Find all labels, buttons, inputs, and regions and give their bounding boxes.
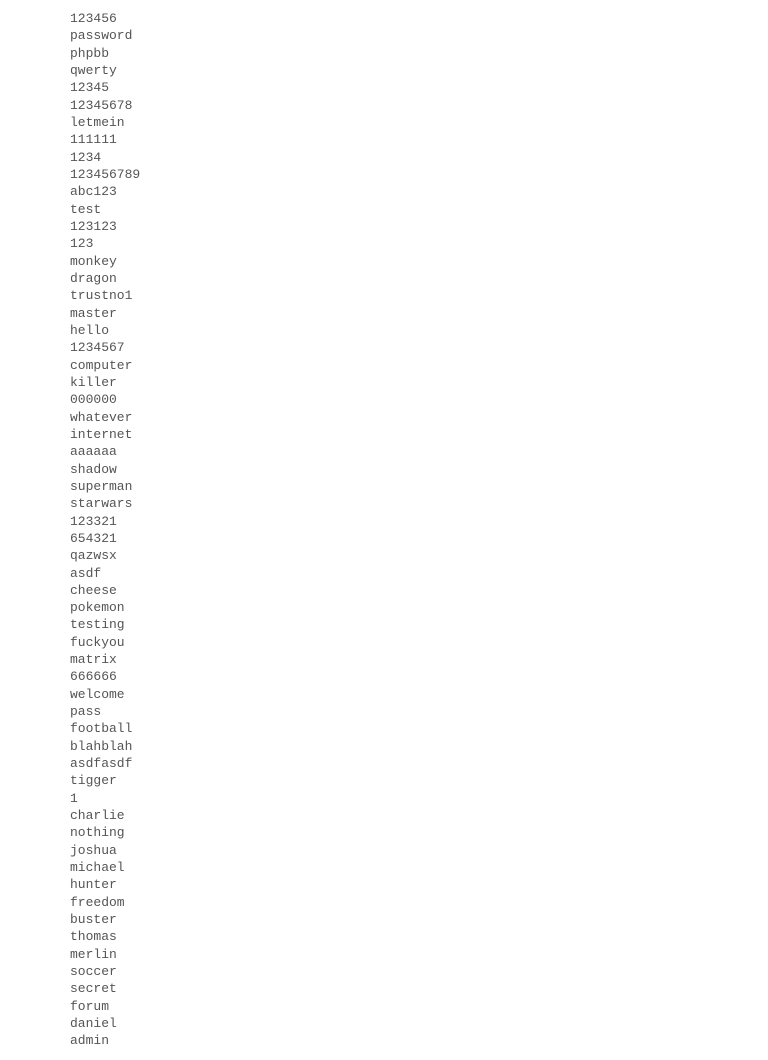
list-item: football [70,720,698,737]
list-item: secret [70,980,698,997]
list-item: letmein [70,114,698,131]
list-item: 1234 [70,149,698,166]
list-item: pass [70,703,698,720]
list-item: 123123 [70,218,698,235]
password-list: 123456passwordphpbbqwerty1234512345678le… [70,10,698,1050]
list-item: master [70,305,698,322]
list-item: 123321 [70,513,698,530]
list-item: trustno1 [70,287,698,304]
list-item: soccer [70,963,698,980]
list-item: whatever [70,409,698,426]
list-item: 123456789 [70,166,698,183]
list-item: merlin [70,946,698,963]
list-item: shadow [70,461,698,478]
list-item: aaaaaa [70,443,698,460]
list-item: starwars [70,495,698,512]
list-item: testing [70,616,698,633]
list-item: admin [70,1032,698,1049]
list-item: 12345 [70,79,698,96]
list-item: nothing [70,824,698,841]
list-item: forum [70,998,698,1015]
list-item: password [70,27,698,44]
list-item: 000000 [70,391,698,408]
list-item: welcome [70,686,698,703]
list-item: dragon [70,270,698,287]
list-item: 1234567 [70,339,698,356]
list-item: qwerty [70,62,698,79]
list-item: hello [70,322,698,339]
list-item: fuckyou [70,634,698,651]
list-item: internet [70,426,698,443]
list-item: hunter [70,876,698,893]
list-item: charlie [70,807,698,824]
list-item: abc123 [70,183,698,200]
list-item: joshua [70,842,698,859]
list-item: asdfasdf [70,755,698,772]
list-item: blahblah [70,738,698,755]
list-item: monkey [70,253,698,270]
list-item: freedom [70,894,698,911]
list-item: 12345678 [70,97,698,114]
list-item: superman [70,478,698,495]
list-item: 111111 [70,131,698,148]
list-item: 666666 [70,668,698,685]
list-item: test [70,201,698,218]
list-item: qazwsx [70,547,698,564]
list-item: computer [70,357,698,374]
list-item: matrix [70,651,698,668]
list-item: 1 [70,790,698,807]
list-item: asdf [70,565,698,582]
list-item: cheese [70,582,698,599]
list-item: tigger [70,772,698,789]
list-item: buster [70,911,698,928]
list-item: 654321 [70,530,698,547]
list-item: phpbb [70,45,698,62]
list-item: michael [70,859,698,876]
list-item: pokemon [70,599,698,616]
list-item: killer [70,374,698,391]
list-item: 123456 [70,10,698,27]
list-item: thomas [70,928,698,945]
list-item: 123 [70,235,698,252]
